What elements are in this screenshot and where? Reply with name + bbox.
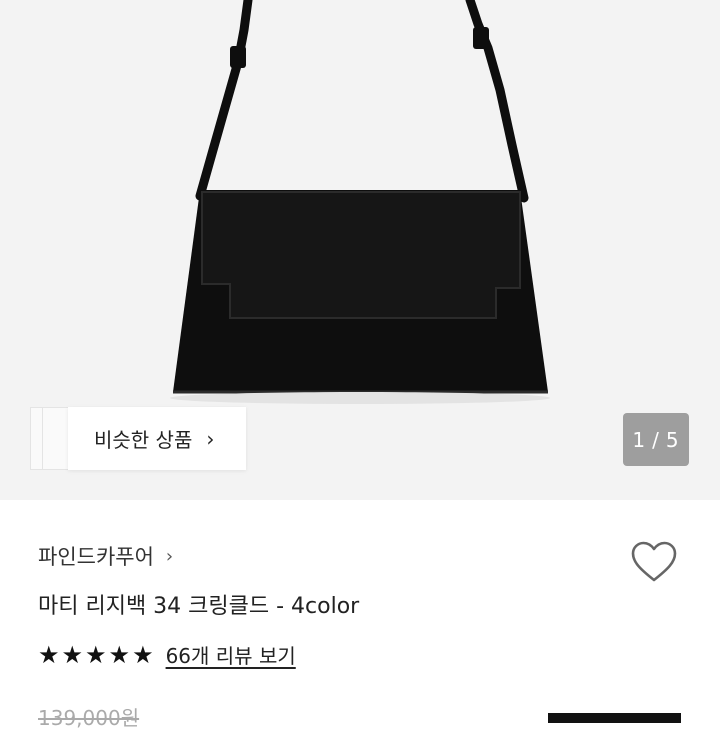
reviews-link[interactable]: 66개 리뷰 보기 [166,640,296,669]
star-icon: ★ [38,640,60,669]
product-image-gallery[interactable]: 비슷한 상품 › 1 / 5 [0,0,720,500]
brand-name: 파인드카푸어 [38,545,154,569]
star-icon: ★ [132,640,154,669]
counter-total: 5 [665,427,680,452]
star-rating: ★ ★ ★ ★ ★ [38,643,156,667]
star-icon: ★ [85,640,107,669]
brand-link[interactable]: 파인드카푸어 › [38,541,173,571]
counter-current: 1 [632,427,647,452]
similar-products-chip[interactable]: 비슷한 상품 › [68,407,246,470]
purchase-button[interactable] [548,713,681,723]
rating-row[interactable]: ★ ★ ★ ★ ★ 66개 리뷰 보기 [38,640,296,669]
counter-separator: / [652,427,660,452]
star-icon: ★ [108,640,131,669]
product-title: 마티 리지백 34 크링클드 - 4color [38,594,360,619]
image-counter: 1 / 5 [623,413,689,466]
chevron-right-icon: › [165,545,174,567]
star-icon: ★ [61,640,84,669]
chevron-right-icon: › [206,426,215,451]
heart-icon[interactable] [630,540,678,584]
similar-products-label: 비슷한 상품 [94,428,193,452]
original-price: 139,000원 [38,706,140,730]
